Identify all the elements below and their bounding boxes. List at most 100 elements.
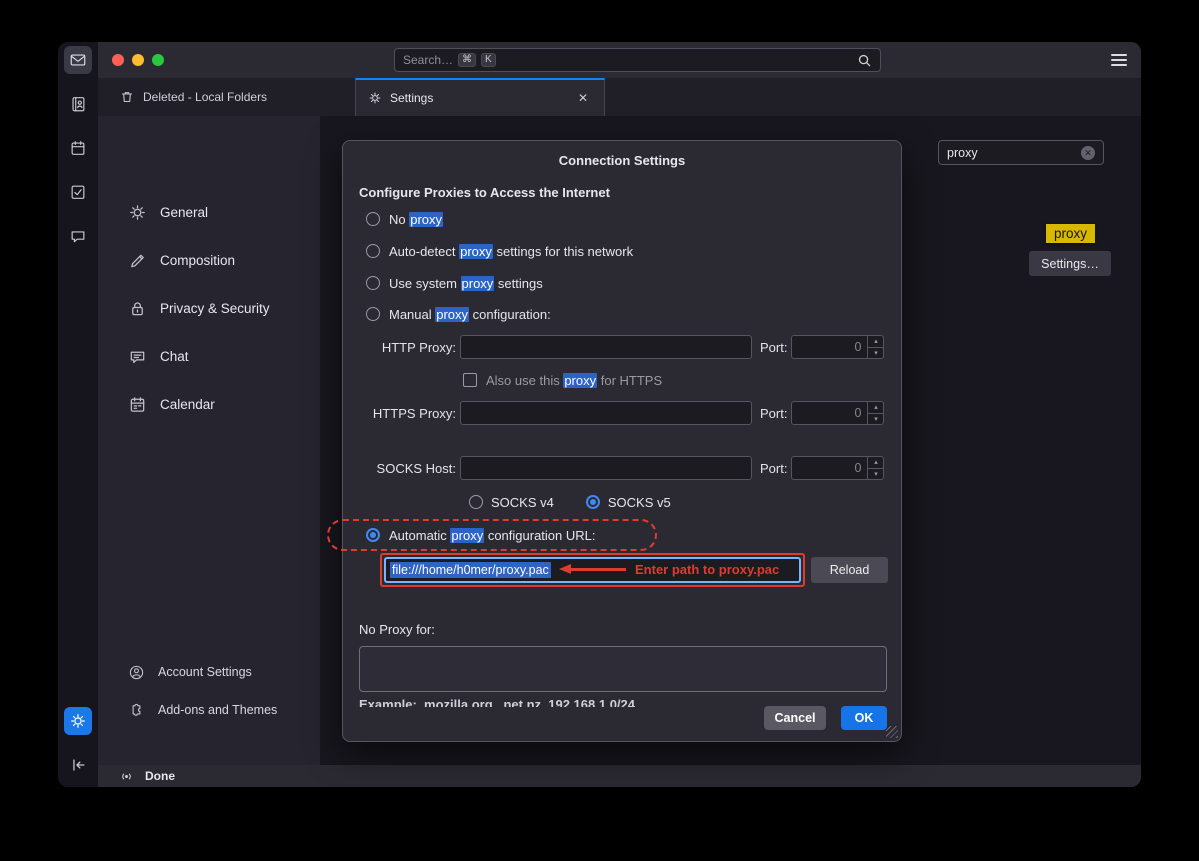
cancel-button[interactable]: Cancel xyxy=(764,706,826,730)
sidebar-item-addons-themes[interactable]: Add-ons and Themes xyxy=(98,691,320,729)
tab-bar: Deleted - Local Folders Settings ✕ xyxy=(98,78,1141,116)
http-proxy-label: HTTP Proxy: xyxy=(359,340,456,355)
annotation-text: Enter path to proxy.pac xyxy=(635,562,779,577)
spinner-arrows-icon[interactable]: ▴▾ xyxy=(867,457,883,479)
socks-host-label: SOCKS Host: xyxy=(359,461,456,476)
tab-settings[interactable]: Settings ✕ xyxy=(355,78,605,116)
settings-search-input[interactable]: proxy ✕ xyxy=(938,140,1104,165)
collapse-toolbar-button[interactable] xyxy=(64,751,92,779)
search-icon xyxy=(857,53,872,68)
global-search-input[interactable]: Search… ⌘ K xyxy=(394,48,881,72)
calendar-icon xyxy=(69,139,87,157)
port-value: 0 xyxy=(792,402,867,424)
calendar-space-button[interactable] xyxy=(64,134,92,162)
clear-search-icon[interactable]: ✕ xyxy=(1081,146,1095,160)
radio-no-proxy[interactable]: No proxy xyxy=(366,211,443,227)
radio-label: Auto-detect proxy settings for this netw… xyxy=(389,244,633,259)
socks-host-input[interactable] xyxy=(460,456,752,480)
sidebar-item-label: Add-ons and Themes xyxy=(158,703,277,717)
reload-button[interactable]: Reload xyxy=(811,557,888,583)
socks-v4-label: SOCKS v4 xyxy=(491,495,554,510)
search-match-highlight: proxy xyxy=(1046,224,1095,243)
https-proxy-input[interactable] xyxy=(460,401,752,425)
port-value: 0 xyxy=(792,336,867,358)
resize-grip[interactable] xyxy=(886,726,898,738)
folder-tab-label[interactable]: Deleted - Local Folders xyxy=(120,90,267,104)
gear-icon xyxy=(368,91,382,105)
sidebar-item-calendar[interactable]: Calendar xyxy=(98,380,320,428)
radio-icon[interactable] xyxy=(366,307,380,321)
address-book-icon xyxy=(69,95,87,113)
proxy-url-value: file:///home/h0mer/proxy.pac xyxy=(390,562,551,578)
spinner-arrows-icon[interactable]: ▴▾ xyxy=(867,336,883,358)
radio-autodetect-proxy[interactable]: Auto-detect proxy settings for this netw… xyxy=(366,243,633,259)
dialog-heading: Configure Proxies to Access the Internet xyxy=(359,185,610,200)
sidebar-item-chat[interactable]: Chat xyxy=(98,332,320,380)
minimize-window-button[interactable] xyxy=(132,54,144,66)
status-bar: Done xyxy=(98,765,1141,787)
sidebar-item-account-settings[interactable]: Account Settings xyxy=(98,653,320,691)
radio-icon[interactable] xyxy=(366,244,380,258)
mail-space-button[interactable] xyxy=(64,46,92,74)
settings-sidebar: General Composition Privacy & Security xyxy=(98,116,320,765)
chat-space-button[interactable] xyxy=(64,222,92,250)
chat-icon xyxy=(69,227,87,245)
sidebar-item-label: Privacy & Security xyxy=(160,301,270,316)
settings-space-button[interactable] xyxy=(64,707,92,735)
trash-icon xyxy=(120,90,134,104)
port-label: Port: xyxy=(760,340,787,355)
activity-icon xyxy=(119,769,134,784)
app-menu-button[interactable] xyxy=(1111,54,1127,66)
radio-icon[interactable] xyxy=(366,276,380,290)
radio-label: Manual proxy configuration: xyxy=(389,307,551,322)
sidebar-item-label: Composition xyxy=(160,253,235,268)
spinner-arrows-icon[interactable]: ▴▾ xyxy=(867,402,883,424)
connection-settings-button[interactable]: Settings… xyxy=(1029,251,1111,276)
example-text-clipped: Example: .mozilla.org, .net.nz, 192.168.… xyxy=(359,697,779,707)
folder-tab-text: Deleted - Local Folders xyxy=(143,90,267,104)
addressbook-space-button[interactable] xyxy=(64,90,92,118)
sidebar-item-composition[interactable]: Composition xyxy=(98,236,320,284)
radio-automatic-proxy-url[interactable]: Automatic proxy configuration URL: xyxy=(366,527,596,543)
radio-label: Use system proxy settings xyxy=(389,276,543,291)
radio-icon[interactable] xyxy=(366,212,380,226)
mail-icon xyxy=(69,51,87,69)
socks-port-stepper[interactable]: 0 ▴▾ xyxy=(791,456,884,480)
collapse-left-icon xyxy=(69,756,87,774)
radio-system-proxy[interactable]: Use system proxy settings xyxy=(366,275,543,291)
http-port-stepper[interactable]: 0 ▴▾ xyxy=(791,335,884,359)
search-placeholder: Search… xyxy=(403,53,453,67)
tasks-space-button[interactable] xyxy=(64,178,92,206)
sidebar-item-label: General xyxy=(160,205,208,220)
radio-socks-v5[interactable] xyxy=(586,495,600,509)
no-proxy-for-label: No Proxy for: xyxy=(359,622,435,637)
puzzle-icon xyxy=(128,702,145,719)
no-proxy-for-textarea[interactable] xyxy=(359,646,887,692)
shortcut-key-k: K xyxy=(481,53,496,67)
annotation-arrow-line xyxy=(570,568,626,571)
checkbox-label: Also use this proxy for HTTPS xyxy=(486,373,662,388)
zoom-window-button[interactable] xyxy=(152,54,164,66)
http-proxy-input[interactable] xyxy=(460,335,752,359)
close-window-button[interactable] xyxy=(112,54,124,66)
settings-search-value: proxy xyxy=(947,146,978,160)
gear-icon xyxy=(69,712,87,730)
shortcut-key-cmd: ⌘ xyxy=(458,53,476,67)
settings-page-backdrop: proxy ✕ proxy Settings… Connection Setti… xyxy=(320,116,1141,765)
connection-settings-dialog: Connection Settings Configure Proxies to… xyxy=(342,140,902,742)
sidebar-item-general[interactable]: General xyxy=(98,188,320,236)
https-port-stepper[interactable]: 0 ▴▾ xyxy=(791,401,884,425)
sidebar-item-privacy-security[interactable]: Privacy & Security xyxy=(98,284,320,332)
radio-icon[interactable] xyxy=(366,528,380,542)
spaces-toolbar xyxy=(58,42,98,787)
sidebar-item-label: Account Settings xyxy=(158,665,252,679)
checkbox-icon[interactable] xyxy=(463,373,477,387)
ok-button[interactable]: OK xyxy=(841,706,887,730)
lock-icon xyxy=(128,299,147,318)
radio-manual-proxy[interactable]: Manual proxy configuration: xyxy=(366,306,551,322)
account-gear-icon xyxy=(128,664,145,681)
radio-socks-v4[interactable] xyxy=(469,495,483,509)
radio-label: No proxy xyxy=(389,212,443,227)
close-tab-button[interactable]: ✕ xyxy=(574,89,592,107)
checkbox-also-https[interactable]: Also use this proxy for HTTPS xyxy=(463,372,662,388)
